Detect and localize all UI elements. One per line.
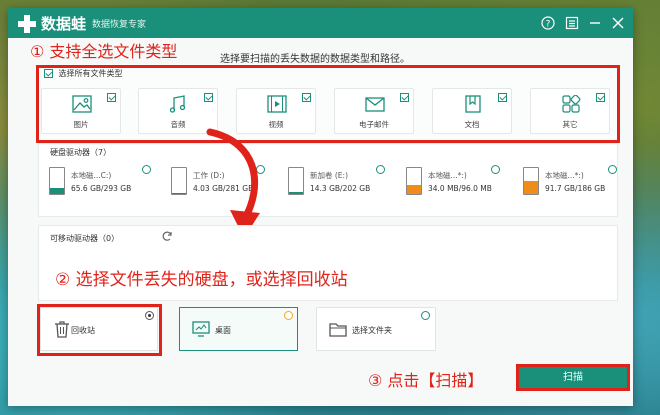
scan-button[interactable]: 扫描 [516, 364, 630, 391]
instruction-text: 选择要扫描的丢失数据的数据类型和路径。 [220, 54, 410, 65]
annotation-step-2: ② 选择文件丢失的硬盘，或选择回收站 [55, 270, 348, 290]
drive-item[interactable]: 新加卷 (E:) 14.3 GB/202 GB [283, 163, 391, 205]
hard-drives-label: 硬盘驱动器（7） [50, 148, 112, 157]
drive-icon [288, 167, 304, 195]
drive-size: 14.3 GB/202 GB [310, 184, 371, 193]
drive-item[interactable]: 本地磁...*:) 34.0 MB/96.0 MB [401, 163, 509, 205]
removable-drives-label: 可移动驱动器（0） [50, 234, 120, 243]
close-icon[interactable] [611, 16, 625, 30]
location-radio[interactable] [421, 311, 430, 320]
drive-usage-fill [172, 193, 186, 194]
drive-usage-fill [524, 181, 538, 194]
drive-size: 65.6 GB/293 GB [71, 184, 132, 193]
annotation-step-3: ③ 点击【扫描】 [368, 371, 484, 390]
drive-radio[interactable] [608, 165, 617, 174]
drive-size: 91.7 GB/186 GB [545, 184, 606, 193]
app-subtitle: 数据恢复专家 [92, 20, 147, 30]
drive-radio[interactable] [376, 165, 385, 174]
svg-text:?: ? [546, 20, 551, 30]
title-bar: 数据蛙 数据恢复专家 ? [8, 8, 633, 38]
minimize-icon[interactable] [588, 16, 602, 30]
location-radio[interactable] [284, 311, 293, 320]
app-logo-icon [18, 15, 36, 33]
drive-usage-fill [50, 188, 64, 194]
location-label: 选择文件夹 [352, 326, 392, 335]
refresh-icon[interactable] [161, 230, 173, 242]
drive-usage-fill [289, 192, 303, 194]
location-select-folder[interactable]: 选择文件夹 [316, 307, 436, 351]
drive-item[interactable]: 本地磁...C:) 65.6 GB/293 GB [44, 163, 152, 205]
drive-size: 34.0 MB/96.0 MB [428, 184, 492, 193]
drive-name: 本地磁...*:) [545, 171, 584, 180]
drive-item[interactable]: 本地磁...*:) 91.7 GB/186 GB [518, 163, 626, 205]
help-icon[interactable]: ? [541, 16, 555, 30]
folder-icon [329, 323, 347, 337]
drive-icon [523, 167, 539, 195]
highlight-recycle-bin [37, 304, 162, 356]
location-label: 桌面 [215, 326, 231, 335]
drive-name: 本地磁...*:) [428, 171, 467, 180]
drive-name: 新加卷 (E:) [310, 171, 349, 180]
drive-radio[interactable] [142, 165, 151, 174]
drive-radio[interactable] [491, 165, 500, 174]
desktop-icon [192, 321, 210, 337]
location-desktop[interactable]: 桌面 [179, 307, 298, 351]
highlight-file-types [36, 65, 620, 143]
drive-name: 本地磁...C:) [71, 171, 112, 180]
drive-icon [171, 167, 187, 195]
app-name: 数据蛙 [41, 15, 87, 33]
drive-icon [406, 167, 422, 195]
drive-usage-fill [407, 184, 421, 194]
drive-icon [49, 167, 65, 195]
annotation-step-1: ① 支持全选文件类型 [30, 42, 178, 61]
menu-icon[interactable] [565, 16, 579, 30]
